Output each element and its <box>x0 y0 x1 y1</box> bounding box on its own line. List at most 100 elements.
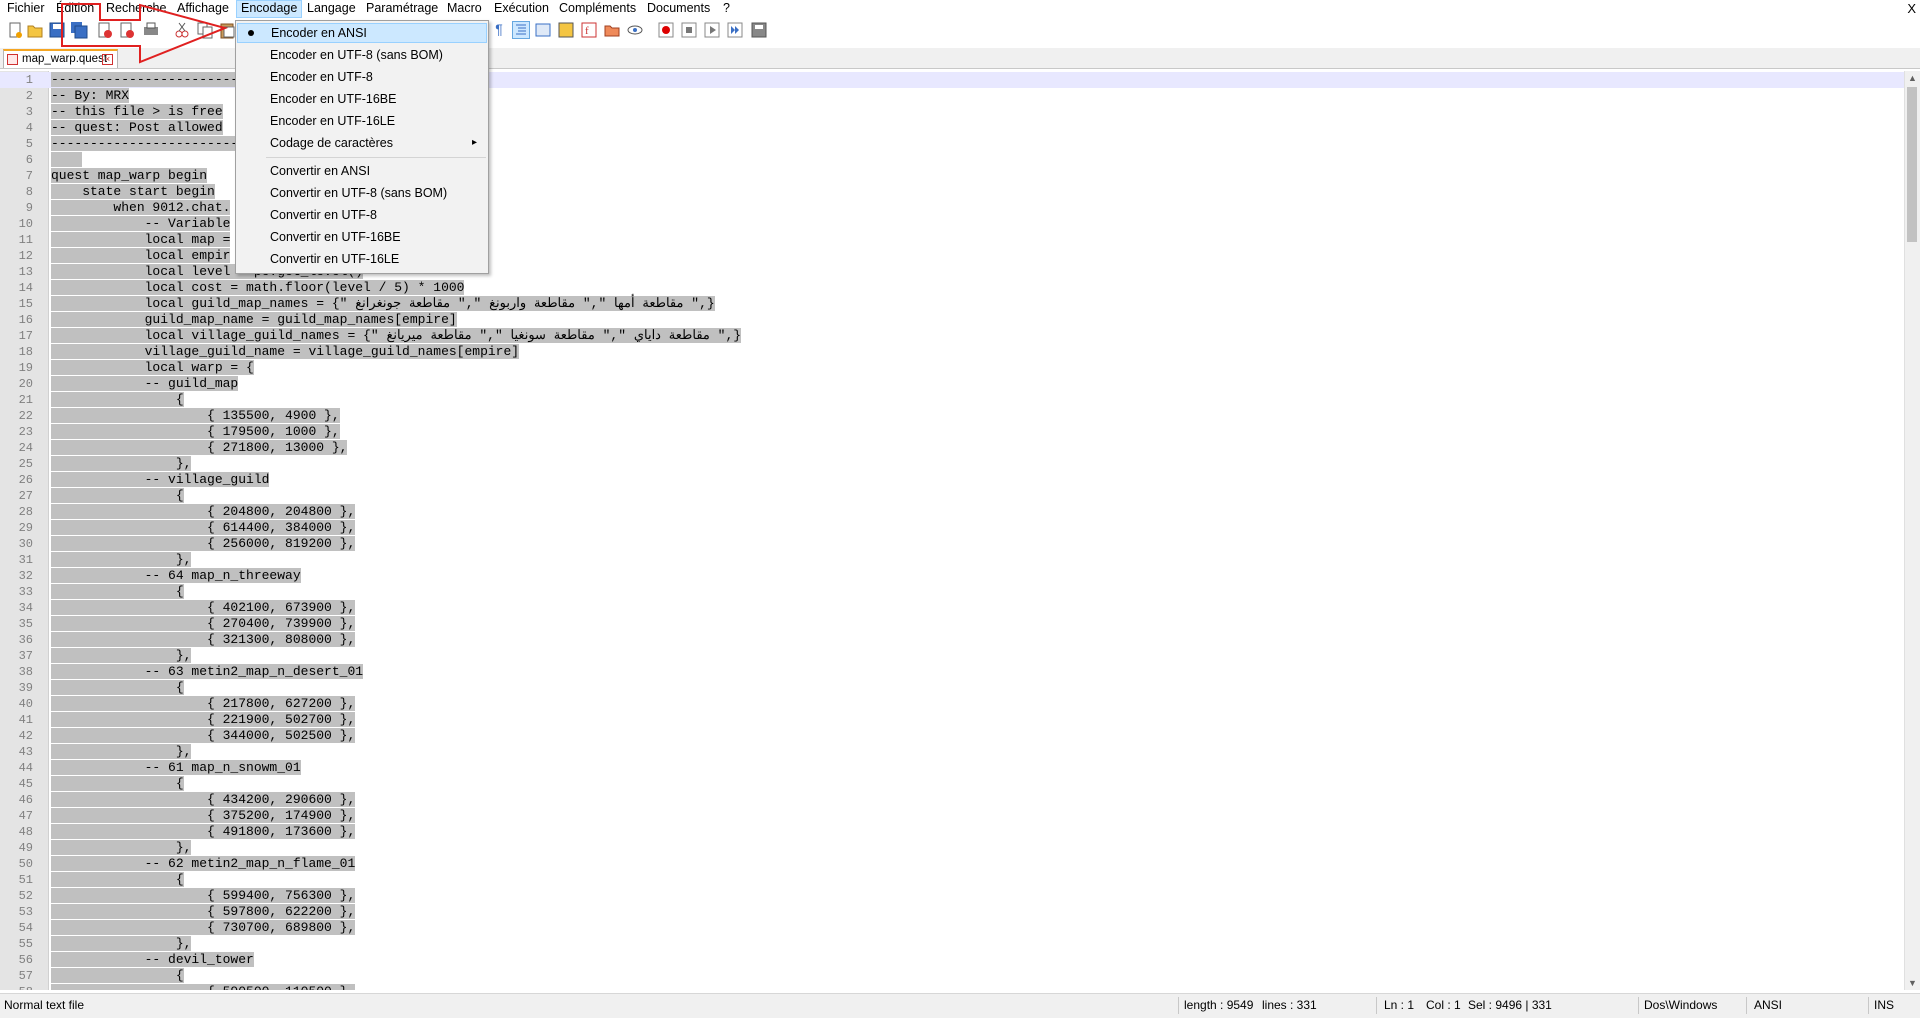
line-text: { <box>51 392 184 408</box>
code-line[interactable]: 27 { <box>0 488 1905 504</box>
selection-highlight: { 491800, 173600 }, <box>51 824 356 839</box>
scrollbar-thumb[interactable] <box>1907 87 1917 242</box>
code-line[interactable]: 42 { 344000, 502500 }, <box>0 728 1905 744</box>
menu-convert-utf8-no-bom[interactable]: Convertir en UTF-8 (sans BOM) <box>237 183 487 203</box>
folder-icon[interactable] <box>603 21 621 39</box>
monitor-icon[interactable] <box>626 21 644 39</box>
code-line[interactable]: 49 }, <box>0 840 1905 856</box>
code-line[interactable]: 34 { 402100, 673900 }, <box>0 600 1905 616</box>
indent-guide-icon[interactable] <box>512 21 530 39</box>
menu-langage[interactable]: Langage <box>303 0 360 18</box>
play-macro-icon[interactable] <box>703 21 721 39</box>
code-line[interactable]: 36 { 321300, 808000 }, <box>0 632 1905 648</box>
code-line[interactable]: 56 -- devil_tower <box>0 952 1905 968</box>
code-line[interactable]: 31 }, <box>0 552 1905 568</box>
code-line[interactable]: 29 { 614400, 384000 }, <box>0 520 1905 536</box>
menu-convert-utf16be[interactable]: Convertir en UTF-16BE <box>237 227 487 247</box>
code-line[interactable]: 37 }, <box>0 648 1905 664</box>
code-line[interactable]: 50 -- 62 metin2_map_n_flame_01 <box>0 856 1905 872</box>
menu-documents[interactable]: Documents <box>643 0 714 18</box>
code-line[interactable]: 58 { 590500, 110500 }, <box>0 984 1905 990</box>
save-all-icon[interactable] <box>70 21 88 39</box>
code-line[interactable]: 21 { <box>0 392 1905 408</box>
menu-fichier[interactable]: Fichier <box>3 0 49 18</box>
code-line[interactable]: 25 }, <box>0 456 1905 472</box>
record-macro-icon[interactable] <box>657 21 675 39</box>
save-icon[interactable] <box>48 21 66 39</box>
code-line[interactable]: 48 { 491800, 173600 }, <box>0 824 1905 840</box>
menu-convert-utf16le[interactable]: Convertir en UTF-16LE <box>237 249 487 269</box>
code-line[interactable]: 47 { 375200, 174900 }, <box>0 808 1905 824</box>
code-line[interactable]: 46 { 434200, 290600 }, <box>0 792 1905 808</box>
show-all-chars-icon[interactable]: ¶ <box>490 21 508 39</box>
menu-parametrage[interactable]: Paramétrage <box>362 0 442 18</box>
menu-encode-utf8[interactable]: Encoder en UTF-8 <box>237 67 487 87</box>
code-line[interactable]: 43 }, <box>0 744 1905 760</box>
menu-macro[interactable]: Macro <box>443 0 486 18</box>
menu-character-sets[interactable]: Codage de caractères ▸ <box>237 133 487 153</box>
cut-icon[interactable] <box>173 21 191 39</box>
close-document-icon[interactable]: X <box>1907 0 1916 17</box>
scroll-down-icon[interactable]: ▼ <box>1905 976 1920 990</box>
code-line[interactable]: 52 { 599400, 756300 }, <box>0 888 1905 904</box>
menu-convert-ansi[interactable]: Convertir en ANSI <box>237 161 487 181</box>
code-line[interactable]: 40 { 217800, 627200 }, <box>0 696 1905 712</box>
code-line[interactable]: 24 { 271800, 13000 }, <box>0 440 1905 456</box>
fold-icon[interactable] <box>534 21 552 39</box>
code-line[interactable]: 57 { <box>0 968 1905 984</box>
code-line[interactable]: 41 { 221900, 502700 }, <box>0 712 1905 728</box>
print-icon[interactable] <box>142 21 160 39</box>
copy-icon[interactable] <box>196 21 214 39</box>
code-line[interactable]: 28 { 204800, 204800 }, <box>0 504 1905 520</box>
paste-icon[interactable] <box>218 21 236 39</box>
menu-encode-utf16be[interactable]: Encoder en UTF-16BE <box>237 89 487 109</box>
scroll-up-icon[interactable]: ▲ <box>1905 71 1920 85</box>
line-text: -- village_guild <box>51 472 270 488</box>
code-line[interactable]: 30 { 256000, 819200 }, <box>0 536 1905 552</box>
tab-map-warp-quest[interactable]: map_warp.quest × <box>3 49 118 68</box>
menu-complements[interactable]: Compléments <box>555 0 640 18</box>
open-file-icon[interactable] <box>26 21 44 39</box>
menu-edition[interactable]: Édition <box>52 0 98 18</box>
run-macro-multiple-icon[interactable] <box>726 21 744 39</box>
code-line[interactable]: 19 local warp = { <box>0 360 1905 376</box>
save-macro-icon[interactable] <box>750 21 768 39</box>
menu-help[interactable]: ? <box>719 0 734 18</box>
menu-encode-ansi[interactable]: Encoder en ANSI <box>237 23 487 43</box>
code-line[interactable]: 15 local guild_map_names = {" مقاطعة أمه… <box>0 296 1905 312</box>
code-line[interactable]: 39 { <box>0 680 1905 696</box>
menu-affichage[interactable]: Affichage <box>173 0 233 18</box>
function-list-icon[interactable]: f <box>580 21 598 39</box>
code-line[interactable]: 54 { 730700, 689800 }, <box>0 920 1905 936</box>
code-line[interactable]: 35 { 270400, 739900 }, <box>0 616 1905 632</box>
code-line[interactable]: 16 guild_map_name = guild_map_names[empi… <box>0 312 1905 328</box>
code-line[interactable]: 32 -- 64 map_n_threeway <box>0 568 1905 584</box>
tab-close-icon[interactable]: × <box>102 54 113 65</box>
code-line[interactable]: 44 -- 61 map_n_snowm_01 <box>0 760 1905 776</box>
code-line[interactable]: 53 { 597800, 622200 }, <box>0 904 1905 920</box>
code-line[interactable]: 33 { <box>0 584 1905 600</box>
code-line[interactable]: 22 { 135500, 4900 }, <box>0 408 1905 424</box>
code-line[interactable]: 14 local cost = math.floor(level / 5) * … <box>0 280 1905 296</box>
code-line[interactable]: 55 }, <box>0 936 1905 952</box>
menu-encode-utf16le[interactable]: Encoder en UTF-16LE <box>237 111 487 131</box>
close-icon[interactable] <box>96 21 114 39</box>
code-line[interactable]: 20 -- guild_map <box>0 376 1905 392</box>
menu-recherche[interactable]: Recherche <box>102 0 170 18</box>
vertical-scrollbar[interactable]: ▲ ▼ <box>1904 71 1920 990</box>
menu-execution[interactable]: Exécution <box>490 0 553 18</box>
code-line[interactable]: 51 { <box>0 872 1905 888</box>
code-line[interactable]: 45 { <box>0 776 1905 792</box>
code-line[interactable]: 18 village_guild_name = village_guild_na… <box>0 344 1905 360</box>
code-line[interactable]: 17 local village_guild_names = {" مقاطعة… <box>0 328 1905 344</box>
menu-encodage[interactable]: Encodage <box>236 0 303 18</box>
close-all-icon[interactable] <box>118 21 136 39</box>
stop-macro-icon[interactable] <box>680 21 698 39</box>
code-line[interactable]: 38 -- 63 metin2_map_n_desert_01 <box>0 664 1905 680</box>
code-line[interactable]: 26 -- village_guild <box>0 472 1905 488</box>
menu-encode-utf8-no-bom[interactable]: Encoder en UTF-8 (sans BOM) <box>237 45 487 65</box>
code-line[interactable]: 23 { 179500, 1000 }, <box>0 424 1905 440</box>
map-icon[interactable] <box>557 21 575 39</box>
menu-convert-utf8[interactable]: Convertir en UTF-8 <box>237 205 487 225</box>
new-file-icon[interactable] <box>6 21 24 39</box>
